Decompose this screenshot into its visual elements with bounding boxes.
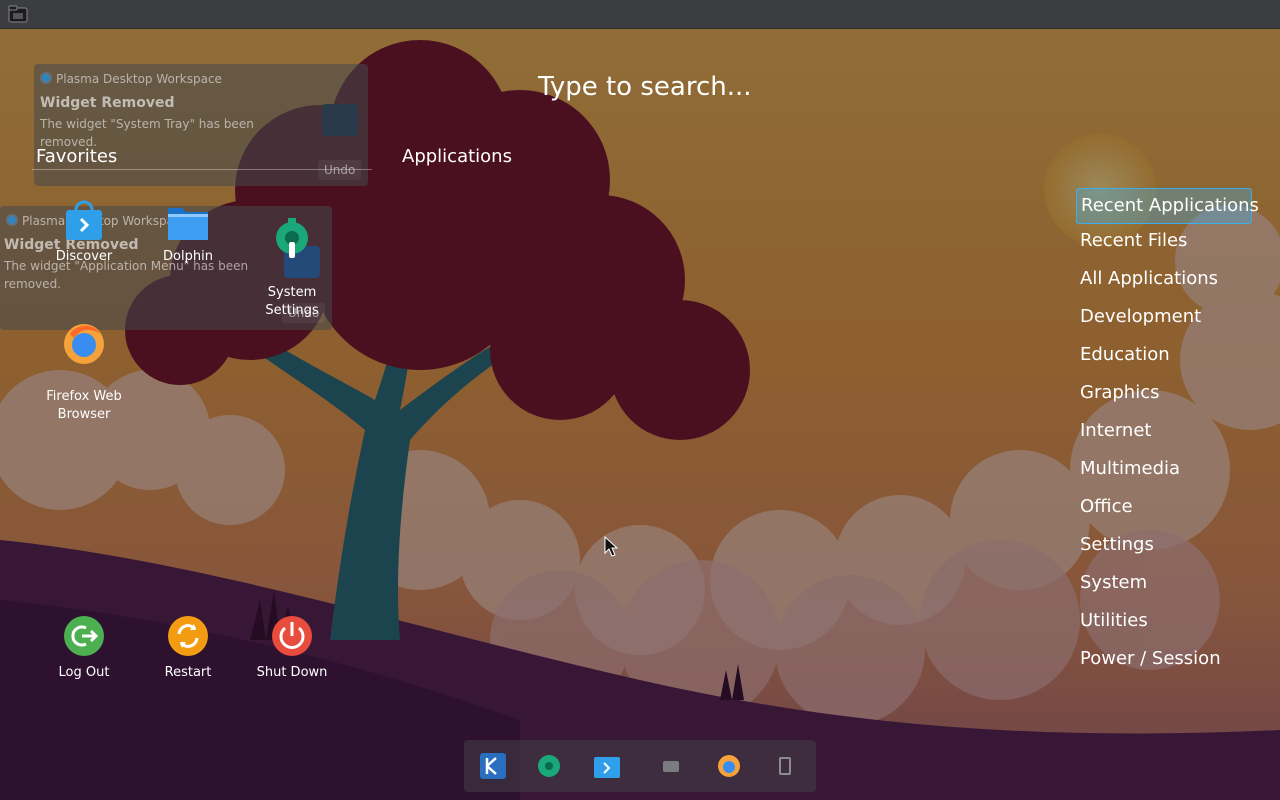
restart-icon (168, 616, 208, 656)
notification-title: Widget Removed (40, 95, 175, 111)
category-settings[interactable]: Settings (1076, 528, 1252, 564)
favorite-discover[interactable]: Discover (32, 198, 136, 266)
discover-icon[interactable] (592, 752, 622, 780)
category-recent-applications[interactable]: Recent Applications (1076, 188, 1259, 224)
notification-card: Plasma Desktop Workspace Widget Removed … (34, 64, 368, 186)
favorite-system-settings[interactable]: System Settings (240, 198, 344, 320)
mouse-cursor (604, 536, 619, 557)
settings-icon[interactable] (534, 752, 564, 780)
tile-label: Firefox Web Browser (46, 389, 122, 422)
logout-button[interactable]: Log Out (32, 614, 136, 682)
shutdown-button[interactable]: Shut Down (240, 614, 344, 682)
kde-launcher-icon[interactable] (478, 752, 508, 780)
firefox-icon (64, 324, 104, 364)
favorite-firefox[interactable]: Firefox Web Browser (32, 302, 136, 424)
tile-label: Discover (55, 249, 113, 264)
undo-button[interactable]: Undo (318, 160, 362, 180)
category-development[interactable]: Development (1076, 300, 1252, 336)
favorites-divider (32, 169, 372, 170)
widget-icon (322, 104, 358, 136)
restart-button[interactable]: Restart (136, 614, 240, 682)
notification-app-name: Plasma Desktop Workspace (56, 72, 222, 86)
clipboard-icon[interactable] (770, 752, 800, 780)
top-panel (0, 0, 1280, 29)
category-office[interactable]: Office (1076, 490, 1252, 526)
category-graphics[interactable]: Graphics (1076, 376, 1252, 412)
category-utilities[interactable]: Utilities (1076, 604, 1252, 640)
logout-icon (64, 616, 104, 656)
settings-icon (276, 218, 308, 258)
category-internet[interactable]: Internet (1076, 414, 1252, 450)
tile-label: Shut Down (256, 665, 328, 680)
tile-label: Restart (164, 665, 212, 680)
search-input[interactable]: Type to search... (538, 72, 752, 102)
firefox-icon[interactable] (714, 752, 744, 780)
file-manager-icon[interactable] (8, 5, 28, 23)
discover-icon (66, 200, 102, 240)
category-recent-files[interactable]: Recent Files (1076, 224, 1252, 260)
tile-label: System Settings (265, 285, 319, 318)
favorites-header: Favorites (36, 146, 118, 167)
category-power-session[interactable]: Power / Session (1076, 642, 1252, 678)
tile-label: Dolphin (163, 249, 213, 264)
category-all-applications[interactable]: All Applications (1076, 262, 1252, 298)
category-education[interactable]: Education (1076, 338, 1252, 374)
terminal-icon[interactable] (656, 752, 686, 780)
power-icon (272, 616, 312, 656)
favorite-dolphin[interactable]: Dolphin (136, 198, 240, 266)
plasma-icon (6, 214, 18, 226)
tile-label: Log Out (58, 665, 110, 680)
category-system[interactable]: System (1076, 566, 1252, 602)
applications-header: Applications (402, 146, 512, 167)
taskbar (464, 740, 816, 792)
plasma-icon (40, 72, 52, 84)
category-multimedia[interactable]: Multimedia (1076, 452, 1252, 488)
folder-icon (168, 208, 208, 240)
